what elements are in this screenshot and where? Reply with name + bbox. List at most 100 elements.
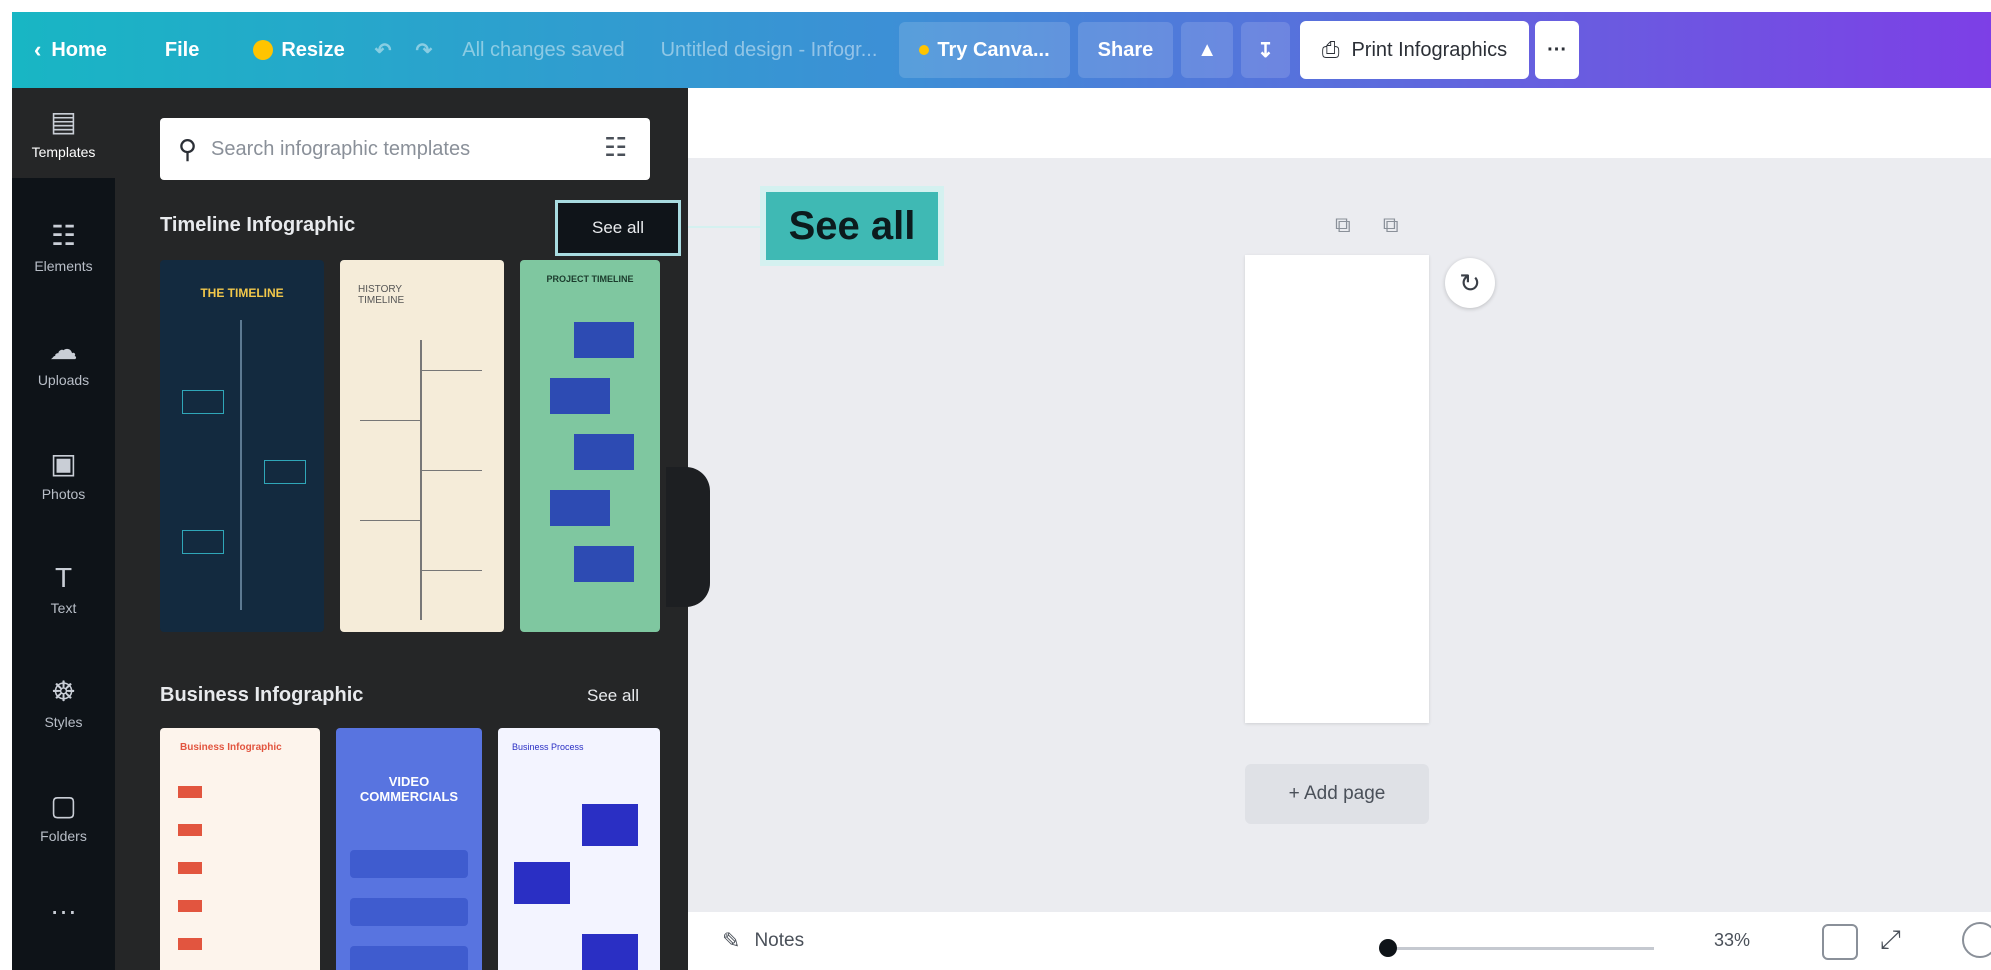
search-input[interactable]: Search infographic templates [211,138,470,161]
templates-icon: ▤ [50,106,77,137]
rail-item-elements[interactable]: ☷ Elements [12,202,115,292]
download-button[interactable]: ↧ [1241,22,1290,78]
timeline-box [264,460,306,484]
see-all-business-button[interactable]: See all [587,686,639,706]
rail-item-text[interactable]: T Text [12,544,115,634]
rail-item-photos[interactable]: ▣ Photos [12,430,115,520]
save-status: All changes saved [462,38,625,61]
template-title: Business Infographic [180,742,282,753]
rail-label: Templates [31,144,96,160]
try-canva-label: Try Canva... [937,38,1050,61]
list-row-marker [178,938,202,950]
info-pill [350,850,468,878]
step-card [550,490,610,526]
zoom-slider[interactable] [1384,947,1654,950]
crown-icon [919,45,930,55]
file-menu-button[interactable]: File [125,12,217,88]
undo-icon: ↶ [374,39,392,62]
more-icon: ··· [1547,38,1568,61]
list-row-marker [178,862,202,874]
redo-button[interactable]: ↷ [404,12,445,88]
rotate-button[interactable]: ↻ [1445,258,1495,308]
section-title-business: Business Infographic [160,684,364,706]
list-row-marker [178,900,202,912]
step-card [550,378,610,414]
list-row-marker [178,786,202,798]
rail-label: Folders [40,828,87,844]
rail-item-folders[interactable]: ▢ Folders [12,772,115,862]
zoom-level[interactable]: 33% [1714,930,1750,951]
print-label: Print Infographics [1351,38,1508,61]
template-title: Business Process [512,742,584,752]
callout-connector [688,226,760,228]
info-pill [350,946,468,970]
try-canva-pro-button[interactable]: Try Canva... [899,22,1070,78]
timeline-box [182,390,224,414]
timeline-arrow [422,470,482,471]
home-button[interactable]: ‹ Home [12,12,125,88]
template-thumbnail-business-process[interactable]: Business Process [498,728,660,970]
rail-item-uploads[interactable]: ☁ Uploads [12,316,115,406]
more-options-button[interactable]: ··· [1535,21,1580,79]
rail-label: Photos [41,486,86,502]
upload-cloud-icon: ☁ [49,334,78,365]
refresh-icon: ↻ [1459,267,1481,298]
page-grid-icon[interactable] [1822,924,1858,960]
elements-icon: ☷ [50,220,77,251]
undo-button[interactable]: ↶ [363,12,404,88]
template-thumbnail-project-timeline[interactable]: PROJECT TIMELINE [520,260,660,632]
rail-label: Styles [44,714,83,730]
rail-label: Elements [34,258,93,274]
horizontal-scrollbar[interactable] [688,896,1991,912]
folder-icon: ▢ [50,790,77,821]
template-thumbnail-history-timeline[interactable]: HISTORY TIMELINE [340,260,504,632]
photos-icon: ▣ [50,448,77,479]
filter-icon[interactable]: ☷ [604,132,636,164]
see-all-timeline-button[interactable]: See all [555,200,681,256]
duplicate-page-icon[interactable]: ⧉ [1335,212,1351,237]
page-tools: ⧉ ⧉ [1335,212,1399,238]
template-title: HISTORY TIMELINE [358,284,405,306]
zoom-slider-handle[interactable] [1379,939,1397,957]
help-icon[interactable] [1962,922,1991,958]
text-icon: T [54,562,73,593]
chart-icon: ▲ [1197,38,1218,61]
templates-panel: ⚲ Search infographic templates ☷ Timelin… [115,88,688,970]
rail-label: Uploads [37,372,90,388]
add-page-icon[interactable]: ⧉ [1383,212,1399,237]
search-icon: ⚲ [178,133,198,164]
side-navigation: ▤ Templates ☷ Elements ☁ Uploads ▣ Photo… [12,88,115,970]
timeline-line [240,320,242,610]
panel-collapse-handle[interactable] [666,467,710,607]
chevron-left-icon: ‹ [34,37,42,62]
template-thumbnail-dark-timeline[interactable]: THE TIMELINE [160,260,324,632]
crown-icon [253,40,274,60]
template-title: PROJECT TIMELINE [546,274,634,284]
notes-button[interactable]: Notes [754,930,804,952]
insights-button[interactable]: ▲ [1181,22,1234,78]
template-search-bar[interactable]: ⚲ Search infographic templates ☷ [160,118,650,180]
resize-label: Resize [281,38,345,61]
download-icon: ↧ [1257,39,1274,62]
design-page[interactable] [1245,255,1429,723]
redo-icon: ↷ [415,39,433,62]
rail-label: Text [50,600,77,616]
rail-item-templates[interactable]: ▤ Templates [12,88,115,178]
share-button[interactable]: Share [1077,22,1174,78]
section-title-timeline: Timeline Infographic [160,214,356,236]
design-title[interactable]: Untitled design - Infogr... [643,12,896,88]
print-infographics-button[interactable]: ⎙ Print Infographics [1299,21,1530,79]
template-thumbnail-video-commercials[interactable]: VIDEO COMMERCIALS [336,728,482,970]
canvas-top-area [688,88,1991,158]
notes-icon[interactable]: ✎ [722,928,740,954]
list-row-marker [178,824,202,836]
resize-button[interactable]: Resize [217,12,362,88]
process-block [582,934,638,970]
timeline-line [420,340,422,620]
timeline-arrow [422,370,482,371]
template-thumbnail-business-list[interactable]: Business Infographic [160,728,320,970]
rail-item-styles[interactable]: ☸ Styles [12,658,115,748]
add-page-button[interactable]: + Add page [1245,764,1429,824]
fullscreen-icon[interactable]: ⤢ [1880,924,1901,956]
rail-item-more[interactable]: … [12,878,115,938]
